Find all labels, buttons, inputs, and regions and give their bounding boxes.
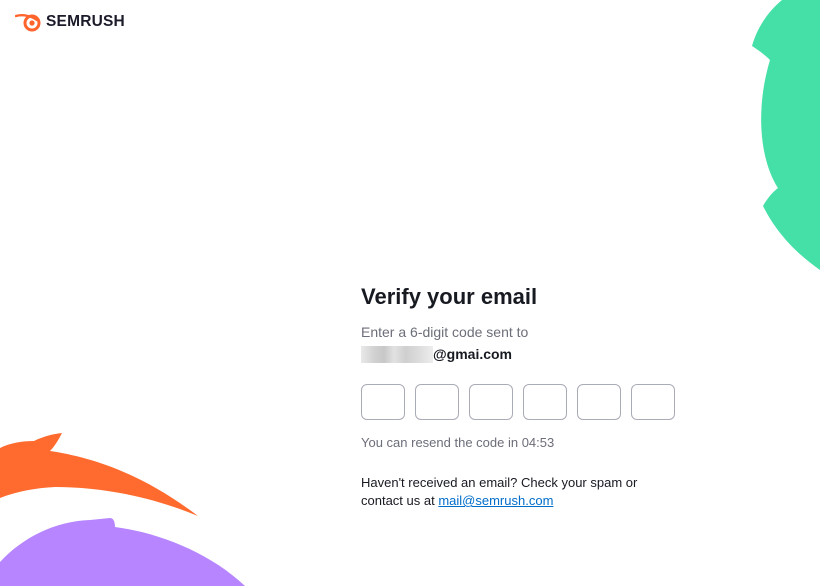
semrush-flame-icon: [15, 14, 41, 32]
verify-subtitle: Enter a 6-digit code sent to: [361, 324, 529, 340]
orange-decoration: [0, 433, 198, 516]
purple-decoration: [0, 518, 245, 586]
code-digit-1[interactable]: [361, 384, 405, 420]
verify-email-form: Verify your email Enter a 6-digit code s…: [361, 283, 691, 510]
code-digit-6[interactable]: [631, 384, 675, 420]
target-email: @gmai.com: [361, 343, 691, 365]
contact-email-link[interactable]: mail@semrush.com: [438, 493, 553, 508]
code-digit-4[interactable]: [523, 384, 567, 420]
semrush-logo[interactable]: SEMRUSH: [15, 12, 125, 32]
logo-text: SEMRUSH: [46, 13, 125, 30]
code-input-group: [361, 384, 691, 420]
email-domain: @gmai.com: [433, 346, 513, 362]
resend-countdown: You can resend the code in 04:53: [361, 435, 555, 450]
code-digit-5[interactable]: [577, 384, 621, 420]
help-message: Haven't received an email? Check your sp…: [361, 474, 661, 510]
page-title: Verify your email: [361, 284, 538, 309]
redacted-email-user: [361, 345, 433, 363]
code-digit-2[interactable]: [415, 384, 459, 420]
green-decoration: [752, 0, 820, 270]
code-digit-3[interactable]: [469, 384, 513, 420]
